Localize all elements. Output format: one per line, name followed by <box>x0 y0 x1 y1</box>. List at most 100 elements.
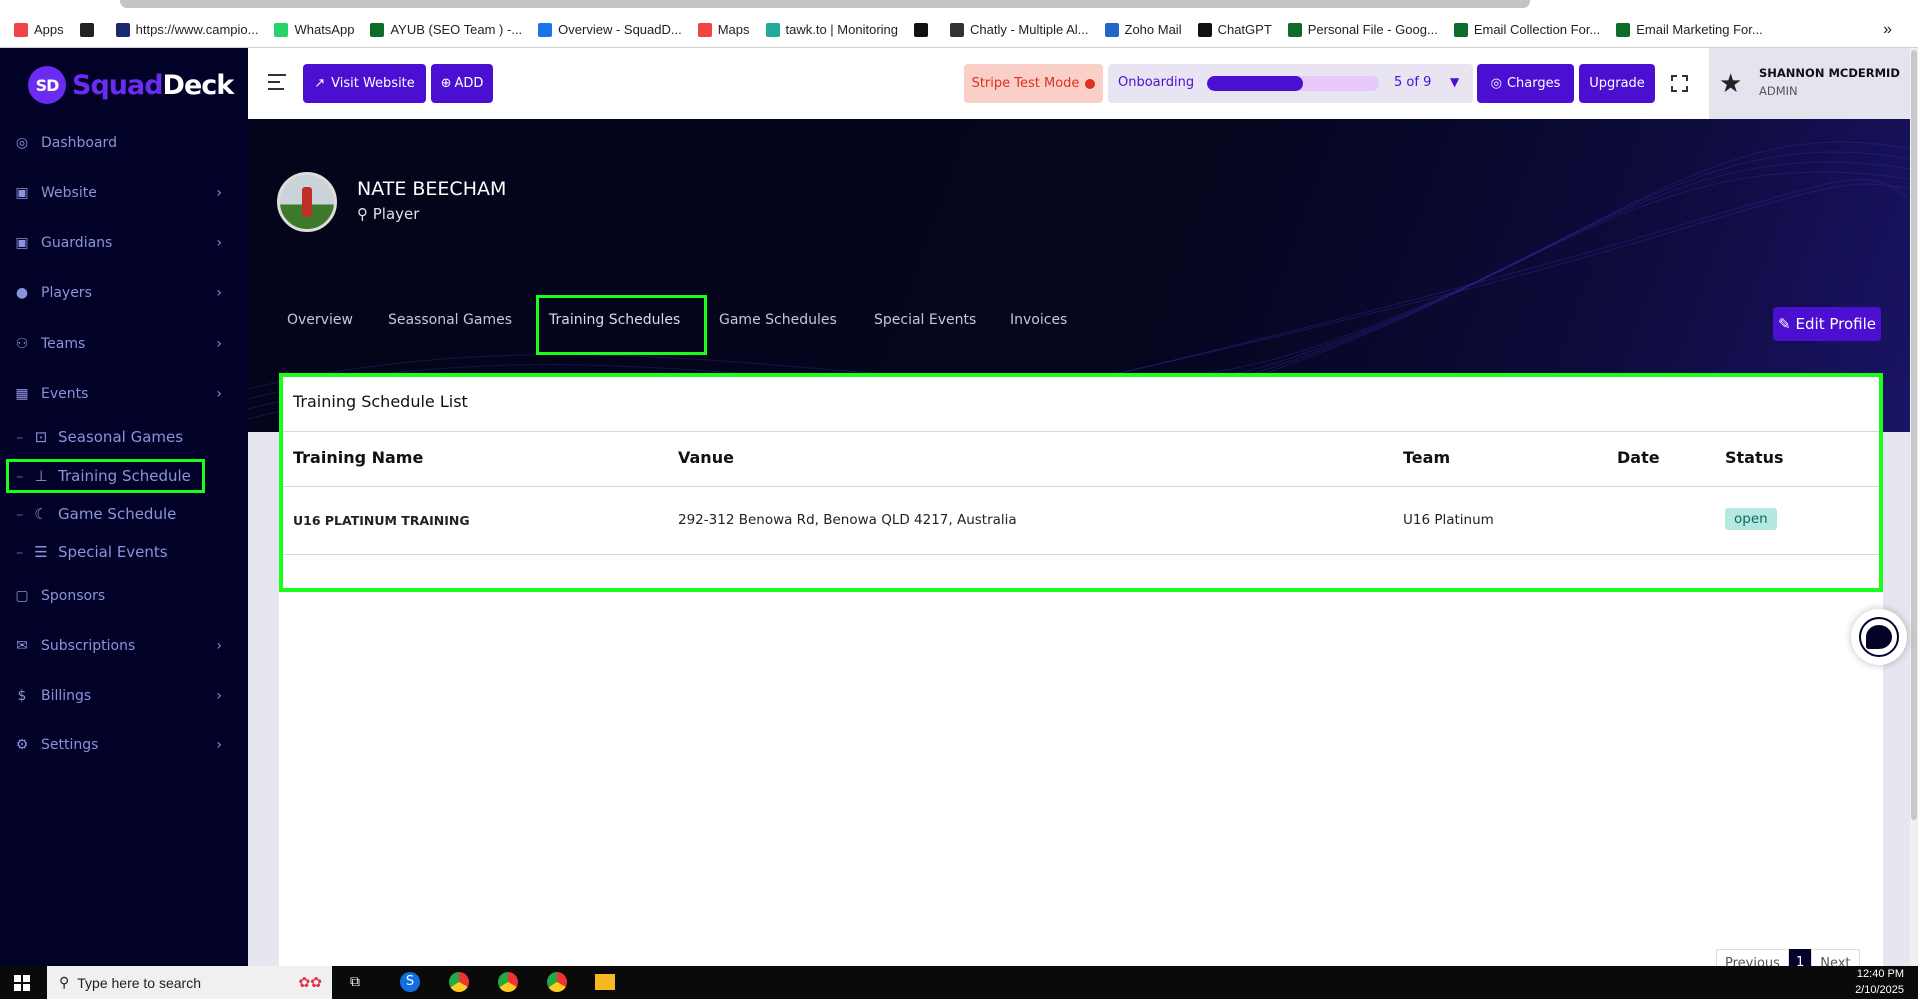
sidebar-item-events[interactable]: ▦ Events › <box>0 379 248 409</box>
tab-seassonal-games[interactable]: Seassonal Games <box>388 312 512 328</box>
sidebar-subitem-seasonal-games[interactable]: – ⊡ Seasonal Games <box>0 423 248 451</box>
file-explorer-icon[interactable] <box>595 974 615 990</box>
bookmark-item[interactable]: ChatGPT <box>1197 22 1272 37</box>
task-view-icon[interactable]: ⧉ <box>350 974 360 990</box>
previous-page-button[interactable]: Previous <box>1716 949 1789 966</box>
charges-button[interactable]: ◎ Charges <box>1477 64 1574 103</box>
sidebar-item-settings[interactable]: ⚙ Settings › <box>0 730 248 760</box>
subscriptions-icon: ✉ <box>16 638 28 654</box>
column-header: Date <box>1617 448 1660 467</box>
windows-start-icon[interactable] <box>14 975 30 991</box>
tab-invoices[interactable]: Invoices <box>1010 312 1067 328</box>
tree-dash: – <box>16 428 24 446</box>
apps-grid-icon <box>14 22 28 37</box>
bookmarks-overflow-button[interactable]: » <box>1883 21 1892 39</box>
bookmark-item[interactable]: Overview - SquadD... <box>538 22 682 37</box>
bookmark-item[interactable]: Personal File - Goog... <box>1287 22 1438 37</box>
bookmark-item[interactable]: Apps <box>14 22 64 37</box>
visit-website-button[interactable]: ↗ Visit Website <box>303 64 426 103</box>
sidebar-item-label: Sponsors <box>41 588 106 604</box>
chrome-profile-icon[interactable] <box>498 972 518 992</box>
add-button[interactable]: ⊕ ADD <box>431 64 493 103</box>
player-name: NATE BEECHAM <box>357 178 507 200</box>
bookmark-item[interactable]: Email Marketing For... <box>1616 22 1763 37</box>
sidebar-item-label: Billings <box>41 688 92 704</box>
edit-profile-label: Edit Profile <box>1795 315 1877 333</box>
tab-game-schedules[interactable]: Game Schedules <box>719 312 837 328</box>
taskbar-search[interactable]: ⚲ Type here to search ✿✿ <box>47 966 332 999</box>
events-icon: ▦ <box>15 386 29 402</box>
taskbar-clock[interactable]: 12:40 PM 2/10/2025 <box>1855 968 1904 996</box>
sidebar-item-label: Players <box>41 285 92 301</box>
chrome-profile-2-icon[interactable] <box>547 972 567 992</box>
column-header: Team <box>1403 448 1451 467</box>
column-header: Training Name <box>293 448 424 467</box>
tree-dash: – <box>16 467 24 485</box>
sidebar-item-teams[interactable]: ⚇ Teams › <box>0 329 248 359</box>
sidebar-subitem-game-schedule[interactable]: – ☾ Game Schedule <box>0 500 248 528</box>
sidebar-item-sponsors[interactable]: ▢ Sponsors <box>0 581 248 611</box>
page-scrollbar[interactable] <box>1910 48 1918 966</box>
bookmark-item[interactable]: Maps <box>697 22 750 37</box>
sidebar-item-players[interactable]: ● Players › <box>0 278 248 308</box>
user-menu[interactable]: ★ SHANNON MCDERMID ADMIN <box>1709 48 1910 119</box>
user-role: ADMIN <box>1759 84 1798 98</box>
windows-taskbar: ⚲ Type here to search ✿✿ ⧉ S 12:40 PM 2/10/… <box>0 966 1918 999</box>
logo-text-1: Squad <box>72 69 164 101</box>
chatly-icon <box>950 22 964 37</box>
skype-icon[interactable]: S <box>400 972 420 992</box>
bookmark-item[interactable] <box>914 22 934 37</box>
tawk-icon <box>765 22 780 37</box>
page-1-button[interactable]: 1 <box>1788 949 1812 966</box>
user-name: SHANNON MCDERMID <box>1759 66 1900 80</box>
stripe-test-mode-badge: Stripe Test Mode <box>964 64 1103 103</box>
caret-down-icon[interactable]: ▼ <box>1450 75 1459 89</box>
external-link-icon: ↗ <box>314 76 326 91</box>
special-events-icon: ☰ <box>34 543 48 561</box>
bookmark-label: Chatly - Multiple Al... <box>970 22 1089 37</box>
bookmark-label: Zoho Mail <box>1124 22 1182 37</box>
bookmark-item[interactable]: Email Collection For... <box>1453 22 1600 37</box>
sidebar-subitem-training-schedule[interactable]: – ⊥ Training Schedule <box>6 459 205 493</box>
sidebar-item-website[interactable]: ▣ Website › <box>0 178 248 208</box>
chevron-right-icon: › <box>216 737 222 753</box>
edit-icon: ✎ <box>1777 315 1791 333</box>
sheets-icon <box>370 22 385 37</box>
onboarding-widget[interactable]: Onboarding 5 of 9 ▼ <box>1108 64 1473 103</box>
chrome-icon[interactable] <box>449 972 469 992</box>
visit-website-label: Visit Website <box>331 76 415 91</box>
chevron-right-icon: › <box>216 386 222 402</box>
bookmark-item[interactable]: Chatly - Multiple Al... <box>950 22 1089 37</box>
sidebar-subitem-special-events[interactable]: – ☰ Special Events <box>0 538 248 566</box>
edit-profile-button[interactable]: ✎ Edit Profile <box>1773 307 1881 341</box>
bookmark-item[interactable]: tawk.to | Monitoring <box>765 22 898 37</box>
chat-widget-button[interactable] <box>1851 609 1907 665</box>
sidebar-item-dashboard[interactable]: ◎ Dashboard <box>0 128 248 158</box>
bookmark-item[interactable]: Zoho Mail <box>1104 22 1182 37</box>
tab-overview[interactable]: Overview <box>287 312 353 328</box>
sidebar-subitem-label: Training Schedule <box>58 467 191 485</box>
bookmark-item[interactable]: AYUB (SEO Team ) -... <box>370 22 522 37</box>
fullscreen-icon[interactable] <box>1671 75 1688 92</box>
sidebar-item-subscriptions[interactable]: ✉ Subscriptions › <box>0 631 248 661</box>
next-page-button[interactable]: Next <box>1811 949 1860 966</box>
player-role-label: Player <box>372 205 420 223</box>
hamburger-menu-icon[interactable] <box>268 74 286 90</box>
bookmark-item[interactable]: WhatsApp <box>274 22 354 37</box>
bookmark-item[interactable]: https://www.campio... <box>115 22 258 37</box>
sidebar-item-guardians[interactable]: ▣ Guardians › <box>0 228 248 258</box>
onboarding-label: Onboarding <box>1118 75 1195 90</box>
sidebar-subitem-label: Game Schedule <box>58 505 177 523</box>
brand-logo[interactable]: SD Squad Deck <box>28 66 234 104</box>
bookmark-item[interactable] <box>79 22 100 37</box>
sidebar-subitem-label: Seasonal Games <box>58 428 184 446</box>
upgrade-button[interactable]: Upgrade <box>1579 64 1655 103</box>
stripe-test-mode-label: Stripe Test Mode <box>971 76 1080 91</box>
sidebar-item-billings[interactable]: $ Billings › <box>0 681 248 711</box>
tab-special-events[interactable]: Special Events <box>874 312 976 328</box>
chat-bubble-icon <box>1859 617 1899 657</box>
bookmark-label: WhatsApp <box>294 22 355 37</box>
status-badge: open <box>1725 508 1777 530</box>
top-header: ↗ Visit Website ⊕ ADD Stripe Test Mode Onb… <box>248 48 1910 119</box>
sponsors-icon: ▢ <box>15 588 29 604</box>
